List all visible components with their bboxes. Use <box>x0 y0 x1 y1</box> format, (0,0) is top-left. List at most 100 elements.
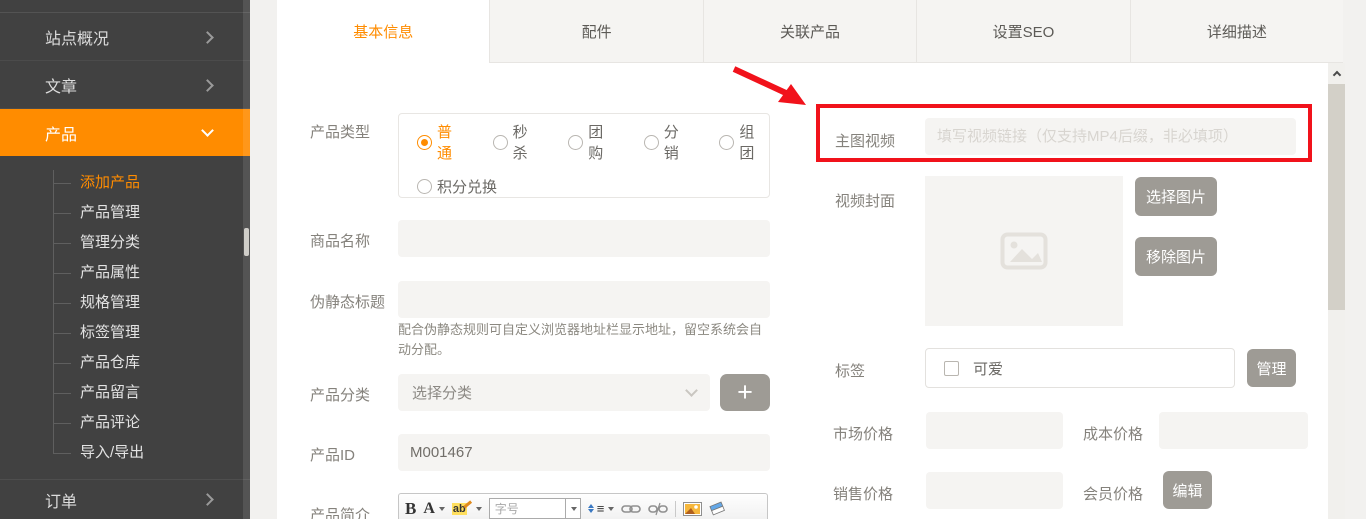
subitem-label: 产品管理 <box>80 204 140 221</box>
sidebar-subitem-import-export[interactable]: 导入/导出 <box>0 438 250 468</box>
subitem-label: 产品属性 <box>80 264 140 281</box>
tab-label: 基本信息 <box>353 21 413 42</box>
product-name-label: 商品名称 <box>310 230 370 251</box>
remove-image-button[interactable]: 移除图片 <box>1135 237 1217 276</box>
radio-label: 团购 <box>588 121 618 163</box>
subitem-label: 标签管理 <box>80 324 140 341</box>
subitem-label: 规格管理 <box>80 294 140 311</box>
link-button[interactable] <box>621 503 641 515</box>
radio-normal[interactable]: 普通 <box>417 121 467 163</box>
line-height-button[interactable]: ≡ <box>588 501 615 516</box>
radio-label: 组团 <box>739 121 769 163</box>
main-video-input[interactable] <box>925 118 1296 155</box>
tab-accessories[interactable]: 配件 <box>490 0 703 63</box>
unlink-icon <box>648 502 668 516</box>
tab-bar: 基本信息 配件 关联产品 设置SEO 详细描述 <box>277 0 1343 63</box>
scrollbar-track[interactable] <box>1328 63 1345 519</box>
product-category-label: 产品分类 <box>310 384 370 405</box>
sidebar-subitem-product-messages[interactable]: 产品留言 <box>0 378 250 408</box>
font-color-button[interactable]: A <box>423 500 445 518</box>
highlight-button[interactable]: ab <box>452 503 482 515</box>
chevron-down-icon <box>685 384 698 397</box>
product-id-input[interactable] <box>398 434 770 471</box>
bold-icon: B <box>405 499 416 519</box>
market-price-input[interactable] <box>926 412 1063 449</box>
sidebar-item-articles[interactable]: 文章 <box>0 62 250 109</box>
select-image-button[interactable]: 选择图片 <box>1135 177 1217 216</box>
tab-detailed-description[interactable]: 详细描述 <box>1131 0 1343 63</box>
category-select[interactable]: 选择分类 <box>398 374 710 411</box>
sidebar-scrollbar-track[interactable] <box>243 0 250 519</box>
sidebar-item-partial[interactable] <box>0 0 250 13</box>
radio-group-buy[interactable]: 团购 <box>568 121 618 163</box>
tab-seo-settings[interactable]: 设置SEO <box>917 0 1130 63</box>
rich-text-toolbar: B A ab 字号 ≡ <box>398 493 768 519</box>
subitem-label: 产品评论 <box>80 414 140 431</box>
sidebar-subitem-product-attributes[interactable]: 产品属性 <box>0 258 250 288</box>
caret-down-icon <box>571 507 577 511</box>
scrollbar-thumb[interactable] <box>1328 84 1345 310</box>
sidebar-item-label: 站点概况 <box>45 25 203 49</box>
video-cover-placeholder[interactable] <box>925 176 1123 326</box>
bold-button[interactable]: B <box>405 499 416 519</box>
sidebar-item-orders[interactable]: 订单 <box>0 479 250 519</box>
sidebar-subitem-product-warehouse[interactable]: 产品仓库 <box>0 348 250 378</box>
cost-price-label: 成本价格 <box>1083 423 1143 444</box>
radio-flash-sale[interactable]: 秒杀 <box>493 121 543 163</box>
radio-icon <box>644 135 659 150</box>
sidebar-subitem-category-management[interactable]: 管理分类 <box>0 228 250 258</box>
tab-label: 设置SEO <box>993 21 1055 42</box>
insert-image-button[interactable] <box>683 502 702 516</box>
add-category-button[interactable]: + <box>720 374 770 411</box>
unlink-button[interactable] <box>648 502 668 516</box>
sidebar-item-label: 文章 <box>45 73 203 97</box>
manage-tags-button[interactable]: 管理 <box>1247 349 1296 387</box>
tags-label: 标签 <box>835 360 865 381</box>
annotation-arrow-icon <box>730 65 815 110</box>
sidebar: 站点概况 文章 产品 添加产品 产品管理 管理分类 产品属性 规格管理 标签管理… <box>0 0 250 519</box>
tab-related-products[interactable]: 关联产品 <box>704 0 917 63</box>
member-price-label: 会员价格 <box>1083 483 1143 504</box>
static-title-input[interactable] <box>398 281 770 318</box>
subitem-label: 产品留言 <box>80 384 140 401</box>
radio-team-buy[interactable]: 组团 <box>719 121 769 163</box>
product-type-label: 产品类型 <box>310 121 370 142</box>
sidebar-subitem-spec-management[interactable]: 规格管理 <box>0 288 250 318</box>
page: 站点概况 文章 产品 添加产品 产品管理 管理分类 产品属性 规格管理 标签管理… <box>0 0 1366 519</box>
scrollbar-up-button[interactable] <box>1328 63 1345 83</box>
cost-price-input[interactable] <box>1159 412 1308 449</box>
sidebar-subitem-product-reviews[interactable]: 产品评论 <box>0 408 250 438</box>
sidebar-subitem-product-management[interactable]: 产品管理 <box>0 198 250 228</box>
tab-label: 关联产品 <box>780 21 840 42</box>
tab-basic-info[interactable]: 基本信息 <box>277 0 490 63</box>
sidebar-scrollbar-thumb[interactable] <box>244 228 249 256</box>
main-video-label: 主图视频 <box>835 130 895 151</box>
lines-icon: ≡ <box>597 501 605 516</box>
subitem-label: 管理分类 <box>80 234 140 251</box>
sidebar-subitem-tag-management[interactable]: 标签管理 <box>0 318 250 348</box>
static-title-label: 伪静态标题 <box>310 291 385 312</box>
tag-checkbox[interactable] <box>944 361 959 376</box>
subitem-label: 导入/导出 <box>80 444 144 461</box>
eraser-button[interactable] <box>709 501 726 516</box>
sale-price-input[interactable] <box>926 472 1063 509</box>
sidebar-item-label: 产品 <box>45 121 203 145</box>
tab-label: 配件 <box>582 21 612 42</box>
font-size-select[interactable]: 字号 <box>489 498 581 519</box>
line-height-icon <box>588 504 594 513</box>
sidebar-subitem-add-product[interactable]: 添加产品 <box>0 168 250 198</box>
plus-icon: + <box>737 377 753 408</box>
radio-distribution[interactable]: 分销 <box>644 121 694 163</box>
radio-icon <box>568 135 583 150</box>
font-size-caret <box>565 499 580 518</box>
radio-label: 分销 <box>664 121 694 163</box>
product-name-input[interactable] <box>398 220 770 257</box>
form-panel: 产品类型 普通 秒杀 团购 分销 组团 积分兑换 商品名称 伪静态标题 配合伪静… <box>277 63 1328 519</box>
edit-member-price-button[interactable]: 编辑 <box>1163 471 1212 509</box>
caret-down-icon <box>608 507 614 511</box>
sidebar-item-products[interactable]: 产品 <box>0 109 250 156</box>
radio-label: 普通 <box>437 121 467 163</box>
caret-down-icon <box>476 507 482 511</box>
radio-points-exchange[interactable]: 积分兑换 <box>417 176 497 197</box>
sidebar-item-site-overview[interactable]: 站点概况 <box>0 14 250 61</box>
